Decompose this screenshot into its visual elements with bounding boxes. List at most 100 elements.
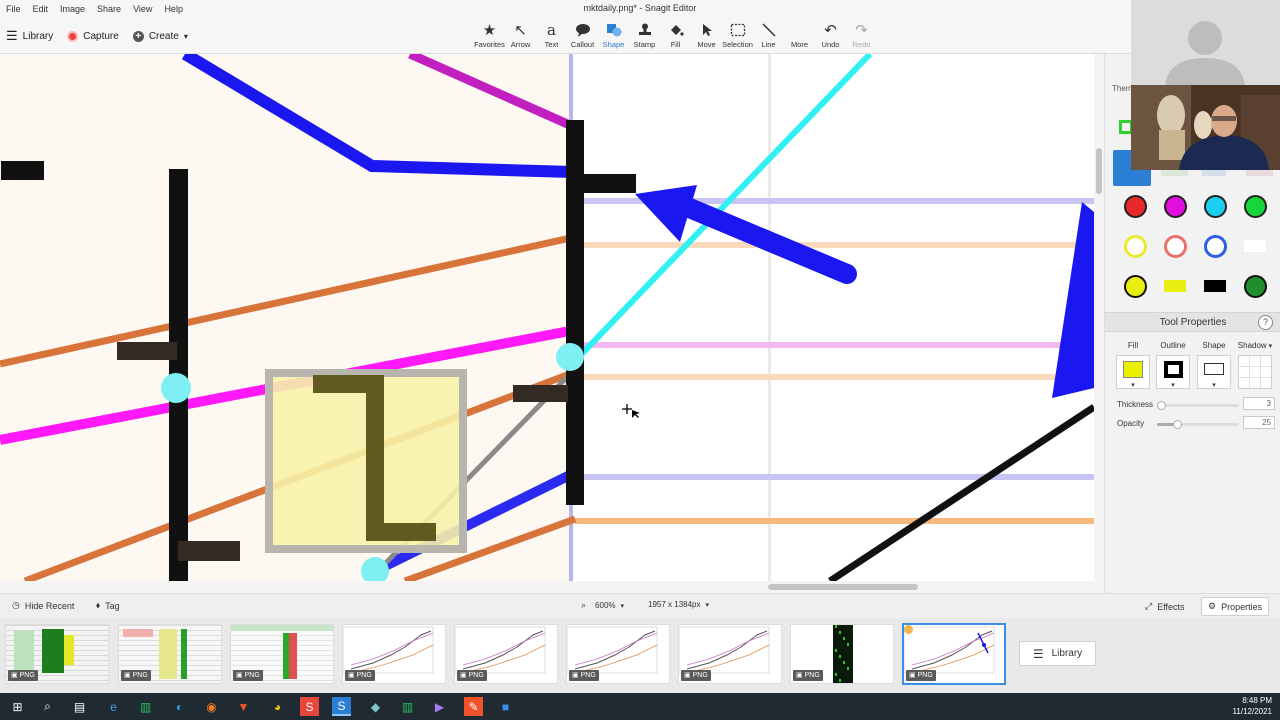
- tool-label: Favorites: [474, 40, 505, 49]
- notes-app-icon[interactable]: ◆: [366, 697, 385, 716]
- effects-button[interactable]: ⤢ Effects: [1139, 597, 1191, 616]
- style-swatch[interactable]: [1155, 274, 1195, 298]
- effects-icon: ⤢: [1145, 601, 1153, 611]
- tray-library-button[interactable]: ☰ Library: [1019, 641, 1096, 666]
- file-type-badge: ▣ PNG: [793, 670, 823, 681]
- outline-color-chip: [1164, 361, 1183, 378]
- windows-start-icon[interactable]: ⊞: [8, 697, 27, 716]
- image-icon: ▣: [572, 672, 579, 679]
- zoom-app-icon[interactable]: ■: [496, 697, 515, 716]
- snagit-editor-icon[interactable]: S: [332, 697, 351, 716]
- edge-icon[interactable]: e: [104, 697, 123, 716]
- style-swatch[interactable]: [1115, 274, 1155, 298]
- menu-image[interactable]: Image: [54, 4, 91, 14]
- hide-recent-button[interactable]: ◷ Hide Recent: [12, 600, 74, 611]
- capture-button[interactable]: Capture: [67, 30, 119, 42]
- tool-selection[interactable]: Selection: [722, 20, 753, 54]
- firefox-icon[interactable]: ◉: [202, 697, 221, 716]
- tool-line[interactable]: Line: [753, 20, 784, 54]
- snagit-capture-icon[interactable]: S: [300, 697, 319, 716]
- tool-callout[interactable]: Callout: [567, 20, 598, 54]
- zoom-dropdown[interactable]: ⌕ 600% ▾: [581, 600, 624, 611]
- fill-color-picker[interactable]: ▾: [1116, 355, 1150, 389]
- tag-button[interactable]: ⬧ Tag: [96, 600, 120, 611]
- edge-chromium-icon[interactable]: ◐: [170, 697, 189, 716]
- capture-thumbnail[interactable]: ▣ PNG: [230, 624, 334, 684]
- style-swatch[interactable]: [1195, 274, 1235, 298]
- outline-color-picker[interactable]: ▾: [1156, 355, 1190, 389]
- opacity-input[interactable]: 25: [1243, 416, 1275, 429]
- tool-undo[interactable]: ↶ Undo: [815, 20, 846, 54]
- swatch-preview: [1243, 274, 1267, 298]
- thickness-knob[interactable]: [1157, 401, 1166, 410]
- menu-share[interactable]: Share: [91, 4, 127, 14]
- properties-button[interactable]: ⚙ Properties: [1201, 597, 1270, 616]
- brave-icon[interactable]: ▼: [234, 697, 253, 716]
- tool-favorites[interactable]: ★ Favorites: [474, 20, 505, 54]
- tool-label: Move: [697, 40, 716, 49]
- task-view-icon[interactable]: ▤: [70, 697, 89, 716]
- thickness-slider[interactable]: [1157, 401, 1239, 410]
- library-button[interactable]: ☰ Library: [6, 28, 53, 44]
- help-icon[interactable]: ?: [1258, 315, 1273, 330]
- shadow-picker[interactable]: [1238, 355, 1272, 389]
- shadow-property[interactable]: Shadow ▾: [1235, 341, 1275, 389]
- style-swatch[interactable]: [1235, 234, 1275, 258]
- style-swatch[interactable]: [1155, 194, 1195, 218]
- outline-label: Outline: [1160, 341, 1186, 350]
- tool-shape[interactable]: Shape: [598, 20, 629, 54]
- style-swatch[interactable]: [1155, 234, 1195, 258]
- pdf-app-icon[interactable]: ✎: [464, 697, 483, 716]
- capture-thumbnail[interactable]: ▣ PNG: [118, 624, 222, 684]
- horizontal-scrollbar[interactable]: [0, 581, 1104, 593]
- dimensions-dropdown[interactable]: 1957 x 1384px ▾: [648, 600, 709, 609]
- tool-more[interactable]: More: [784, 20, 815, 54]
- tool-arrow[interactable]: ↖ Arrow: [505, 20, 536, 54]
- vertical-scrollbar[interactable]: [1094, 54, 1104, 581]
- thickness-input[interactable]: 3: [1243, 397, 1275, 410]
- style-swatch[interactable]: [1235, 274, 1275, 298]
- style-swatch[interactable]: [1195, 234, 1235, 258]
- chrome-icon[interactable]: ◕: [268, 697, 287, 716]
- style-swatch[interactable]: [1115, 234, 1155, 258]
- stock-app-icon[interactable]: ▥: [398, 697, 417, 716]
- tool-redo[interactable]: ↷ Redo: [846, 20, 877, 54]
- style-swatch[interactable]: [1235, 194, 1275, 218]
- menu-edit[interactable]: Edit: [27, 4, 55, 14]
- system-clock[interactable]: 8:48 PM 11/12/2021: [1233, 695, 1272, 717]
- tool-properties-header: Tool Properties ?: [1105, 312, 1280, 332]
- menu-file[interactable]: File: [0, 4, 27, 14]
- shape-property[interactable]: Shape ▾: [1195, 341, 1233, 389]
- capture-thumbnail[interactable]: ▣ PNG: [678, 624, 782, 684]
- shape-picker[interactable]: ▾: [1197, 355, 1231, 389]
- opacity-slider[interactable]: [1157, 420, 1239, 429]
- file-type-badge: ▣ PNG: [8, 670, 38, 681]
- capture-thumbnail[interactable]: ▣ PNG: [902, 623, 1006, 685]
- outline-property[interactable]: Outline ▾: [1154, 341, 1192, 389]
- image-icon: ▣: [348, 672, 355, 679]
- create-button[interactable]: + Create ▾: [132, 30, 188, 42]
- search-icon[interactable]: ⌕: [38, 697, 57, 716]
- vertical-scroll-thumb[interactable]: [1096, 148, 1102, 194]
- tool-fill[interactable]: Fill: [660, 20, 691, 54]
- capture-thumbnail[interactable]: ▣ PNG: [790, 624, 894, 684]
- media-app-icon[interactable]: ▶: [430, 697, 449, 716]
- capture-thumbnail[interactable]: ▣ PNG: [342, 624, 446, 684]
- style-swatch[interactable]: [1195, 194, 1235, 218]
- fill-property[interactable]: Fill ▾: [1114, 341, 1152, 389]
- tool-stamp[interactable]: Stamp: [629, 20, 660, 54]
- menu-help[interactable]: Help: [158, 4, 189, 14]
- tool-move[interactable]: Move: [691, 20, 722, 54]
- themes-label: Them: [1112, 84, 1133, 93]
- tool-text[interactable]: a Text: [536, 20, 567, 54]
- chart-app-icon[interactable]: ▥: [136, 697, 155, 716]
- style-swatch[interactable]: [1115, 194, 1155, 218]
- horizontal-scroll-thumb[interactable]: [768, 584, 918, 590]
- capture-thumbnail[interactable]: ▣ PNG: [566, 624, 670, 684]
- menu-view[interactable]: View: [127, 4, 158, 14]
- editor-canvas[interactable]: [0, 54, 1094, 581]
- stamp-icon: [637, 20, 653, 40]
- capture-thumbnail[interactable]: ▣ PNG: [5, 624, 109, 684]
- capture-thumbnail[interactable]: ▣ PNG: [454, 624, 558, 684]
- opacity-knob[interactable]: [1173, 420, 1182, 429]
